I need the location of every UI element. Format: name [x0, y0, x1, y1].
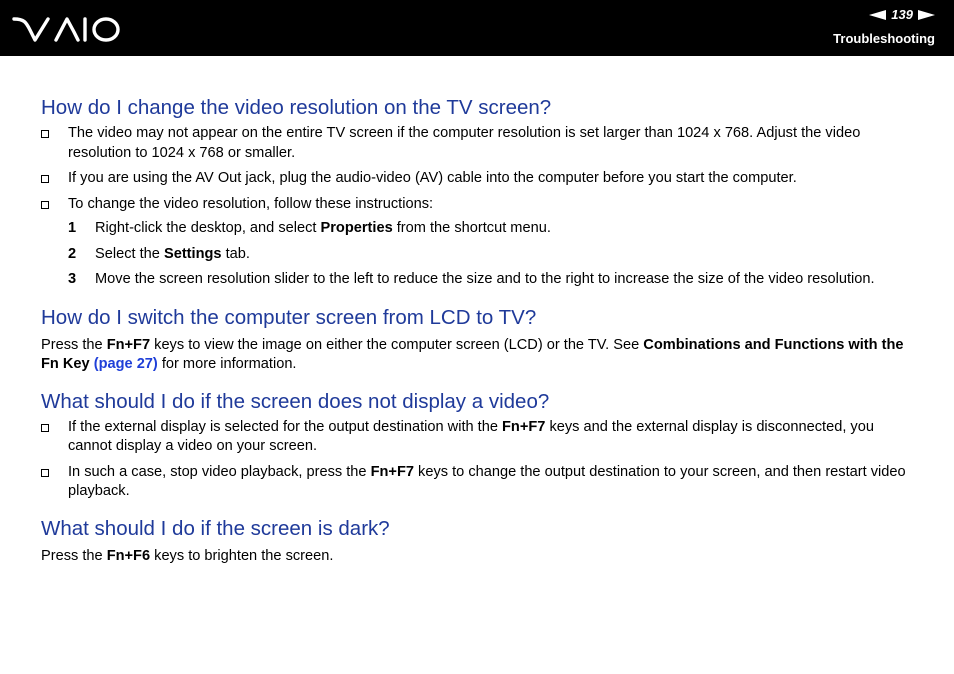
page-number: 139	[891, 7, 913, 22]
paragraph-screen-dark: Press the Fn+F6 keys to brighten the scr…	[41, 547, 334, 564]
step-item: 2 Select the Settings tab.	[68, 245, 250, 262]
page-header: 139 Troubleshooting	[0, 0, 954, 56]
list-item: To change the video resolution, follow t…	[41, 195, 915, 290]
previous-page-arrow-icon[interactable]	[869, 9, 887, 20]
checkbox-bullet-icon	[41, 175, 49, 183]
bullet-list: If the external display is selected for …	[41, 418, 915, 502]
section-title: Troubleshooting	[833, 31, 935, 46]
page-nav: 139	[869, 7, 935, 22]
heading-no-video: What should I do if the screen does not …	[41, 389, 550, 413]
checkbox-bullet-icon	[41, 200, 49, 209]
list-item: The video may not appear on the entire T…	[41, 124, 915, 163]
steps-list: 1 Right-click the desktop, and select Pro…	[41, 219, 915, 290]
checkbox-bullet-icon	[41, 130, 49, 138]
next-page-arrow-icon[interactable]	[918, 9, 935, 20]
page-27-link[interactable]: (page 27)	[94, 356, 158, 372]
heading-tv-resolution: How do I change the video resolution on …	[41, 96, 552, 119]
vaio-logo-icon	[12, 17, 120, 42]
paragraph-lcd-to-tv: Press the Fn+F7 keys to view the image o…	[41, 336, 904, 373]
list-item: In such a case, stop video playback, pre…	[41, 463, 915, 502]
step-item: 3 Move the screen resolution slider to th…	[68, 271, 875, 287]
page-content: How do I change the video resolution on …	[41, 94, 915, 566]
list-item: If the external display is selected for …	[41, 418, 915, 457]
heading-lcd-to-tv: How do I switch the computer screen from…	[41, 305, 537, 329]
bullet-list: The video may not appear on the entire T…	[41, 124, 915, 290]
checkbox-bullet-icon	[41, 423, 49, 432]
step-item: 1 Right-click the desktop, and select Pro…	[68, 220, 551, 236]
list-item: If you are using the AV Out jack, plug t…	[41, 169, 915, 189]
checkbox-bullet-icon	[41, 468, 49, 477]
heading-screen-dark: What should I do if the screen is dark?	[41, 516, 390, 540]
